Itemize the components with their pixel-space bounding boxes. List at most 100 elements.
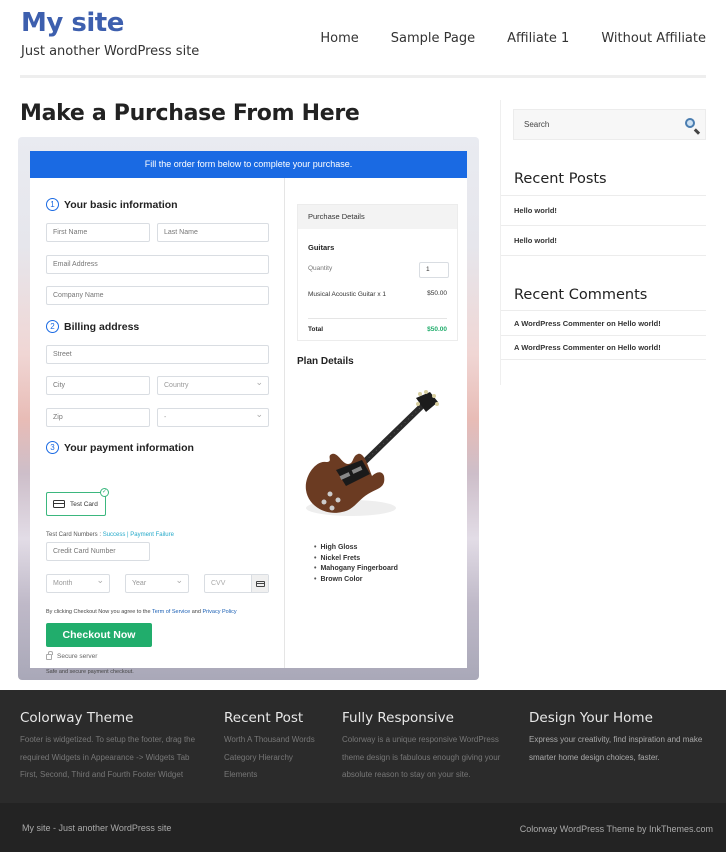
recent-post-link[interactable]: Hello world! bbox=[501, 226, 706, 256]
last-name-input[interactable]: Last Name bbox=[157, 223, 269, 242]
main-nav: Home Sample Page Affiliate 1 Without Aff… bbox=[288, 31, 706, 46]
purchase-details: Purchase Details Guitars Quantity 1 Musi… bbox=[297, 204, 458, 341]
card-icon bbox=[251, 575, 268, 592]
cvv-input[interactable]: CVV bbox=[204, 574, 269, 593]
order-summary-column: Purchase Details Guitars Quantity 1 Musi… bbox=[286, 178, 467, 668]
site-header: My site Just another WordPress site Home… bbox=[0, 0, 726, 80]
credit-card-icon bbox=[53, 500, 65, 508]
year-select[interactable]: Year bbox=[125, 572, 189, 593]
search-icon[interactable] bbox=[685, 118, 695, 128]
cvv-placeholder: CVV bbox=[211, 580, 226, 587]
recent-comments-title: Recent Comments bbox=[514, 287, 648, 303]
search-input[interactable]: Search bbox=[513, 109, 706, 140]
country-select[interactable]: Country bbox=[157, 374, 269, 395]
order-form: Fill the order form below to complete yo… bbox=[30, 151, 467, 675]
footer-post-link[interactable]: Elements bbox=[224, 766, 315, 784]
footer-col-recent-post: Recent Post Worth A Thousand Words Categ… bbox=[224, 710, 315, 784]
footer-line: smarter home design choices, faster. bbox=[529, 752, 660, 762]
feature-item: Nickel Frets bbox=[314, 554, 398, 565]
header-divider bbox=[20, 75, 706, 78]
payment-method-test-card[interactable]: Test Card ✓ bbox=[46, 488, 109, 516]
privacy-link[interactable]: Privacy Policy bbox=[202, 609, 236, 615]
quantity-label: Quantity bbox=[308, 265, 333, 272]
footer-site-credit: My site - Just another WordPress site bbox=[22, 823, 172, 833]
footer-post-link[interactable]: Category Hierarchy bbox=[224, 749, 315, 767]
guitar-image bbox=[305, 390, 439, 516]
footer-line: Express your creativity, find inspiratio… bbox=[529, 735, 703, 744]
recent-comment-link[interactable]: A WordPress Commenter on Hello world! bbox=[501, 311, 706, 336]
agree-prefix: By clicking Checkout Now you agree to th… bbox=[46, 609, 152, 615]
plan-details-title: Plan Details bbox=[297, 356, 354, 367]
agree-and: and bbox=[190, 609, 203, 615]
test-card-numbers: Test Card Numbers : Success | Payment Fa… bbox=[46, 532, 174, 538]
recent-post-link[interactable]: Hello world! bbox=[501, 196, 706, 226]
step-label: Your payment information bbox=[64, 441, 194, 454]
step-billing-address: 2 Billing address bbox=[46, 320, 139, 333]
month-select[interactable]: Month bbox=[46, 572, 110, 593]
line-item-price: $50.00 bbox=[427, 290, 447, 297]
footer-theme-credit[interactable]: Colorway WordPress Theme by InkThemes.co… bbox=[520, 824, 713, 834]
footer-line: absolute reason to stay on your site. bbox=[342, 770, 471, 779]
test-numbers-label: Test Card Numbers : bbox=[46, 532, 103, 538]
feature-item: Mahogany Fingerboard bbox=[314, 564, 397, 575]
safe-checkout-note: Safe and secure payment checkout. bbox=[46, 669, 134, 675]
footer-col-design-home: Design Your Home Express your creativity… bbox=[529, 710, 702, 766]
footer-post-link[interactable]: Worth A Thousand Words bbox=[224, 731, 315, 749]
footer-line: required Widgets in Appearance -> Widget… bbox=[20, 752, 190, 762]
footer-line: Footer is widgetized. To setup the foote… bbox=[20, 735, 196, 744]
footer-line: theme design is fabulous enough giving y… bbox=[342, 752, 501, 762]
footer-col-title: Colorway Theme bbox=[20, 710, 134, 726]
street-input[interactable]: Street bbox=[46, 345, 269, 364]
product-group: Guitars bbox=[308, 243, 335, 252]
footer-col-title: Recent Post bbox=[224, 710, 304, 726]
card-number-input[interactable]: Credit Card Number bbox=[46, 542, 150, 561]
page-title: Make a Purchase From Here bbox=[20, 101, 360, 126]
test-success-link[interactable]: Success bbox=[103, 532, 126, 538]
step-payment-info: 3 Your payment information bbox=[46, 441, 194, 454]
site-tagline: Just another WordPress site bbox=[21, 44, 200, 59]
recent-comment-link[interactable]: A WordPress Commenter on Hello world! bbox=[501, 335, 706, 360]
divider bbox=[308, 318, 447, 319]
quantity-input[interactable]: 1 bbox=[419, 262, 449, 278]
step-number-icon: 1 bbox=[46, 198, 59, 211]
footer-line: First, Second, Third and Fourth Footer W… bbox=[20, 770, 184, 779]
nav-without-affiliate[interactable]: Without Affiliate bbox=[601, 31, 706, 46]
test-failure-link[interactable]: Payment Failure bbox=[130, 532, 174, 538]
step-label: Billing address bbox=[64, 320, 140, 333]
footer-line: Colorway is a unique responsive WordPres… bbox=[342, 735, 499, 744]
zip-input[interactable]: Zip bbox=[46, 408, 150, 427]
footer-col-colorway: Colorway Theme Footer is widgetized. To … bbox=[20, 710, 195, 784]
site-title[interactable]: My site bbox=[21, 8, 124, 38]
plan-features: High Gloss Nickel Frets Mahogany Fingerb… bbox=[314, 543, 398, 586]
total-value: $50.00 bbox=[427, 326, 447, 333]
step-number-icon: 2 bbox=[46, 320, 59, 333]
nav-home[interactable]: Home bbox=[320, 31, 358, 46]
checkout-button[interactable]: Checkout Now bbox=[46, 623, 152, 647]
first-name-input[interactable]: First Name bbox=[46, 223, 150, 242]
footer-col-responsive: Fully Responsive Colorway is a unique re… bbox=[342, 710, 500, 784]
company-input[interactable]: Company Name bbox=[46, 286, 269, 305]
state-select[interactable]: - bbox=[157, 406, 269, 427]
step-number-icon: 3 bbox=[46, 441, 59, 454]
footer-col-title: Fully Responsive bbox=[342, 710, 454, 726]
form-banner: Fill the order form below to complete yo… bbox=[30, 151, 467, 178]
email-input[interactable]: Email Address bbox=[46, 255, 269, 274]
nav-affiliate-1[interactable]: Affiliate 1 bbox=[507, 31, 569, 46]
secure-server: Secure server bbox=[46, 650, 98, 660]
line-item-name: Musical Acoustic Guitar x 1 bbox=[308, 291, 387, 298]
footer-bottom-bar: My site - Just another WordPress site Co… bbox=[0, 803, 726, 852]
purchase-details-heading: Purchase Details bbox=[298, 205, 457, 229]
terms-link[interactable]: Term of Service bbox=[152, 609, 190, 615]
footer-col-title: Design Your Home bbox=[529, 710, 653, 726]
step-basic-info: 1 Your basic information bbox=[46, 198, 178, 211]
nav-sample-page[interactable]: Sample Page bbox=[391, 31, 475, 46]
feature-item: Brown Color bbox=[314, 575, 398, 586]
agreement-text: By clicking Checkout Now you agree to th… bbox=[46, 609, 237, 615]
city-input[interactable]: City bbox=[46, 376, 150, 395]
feature-item: High Gloss bbox=[314, 543, 398, 554]
check-icon: ✓ bbox=[100, 488, 109, 497]
recent-posts-title: Recent Posts bbox=[514, 171, 607, 187]
secure-label: Secure server bbox=[57, 653, 98, 660]
total-label: Total bbox=[308, 326, 324, 333]
step-label: Your basic information bbox=[64, 198, 178, 211]
